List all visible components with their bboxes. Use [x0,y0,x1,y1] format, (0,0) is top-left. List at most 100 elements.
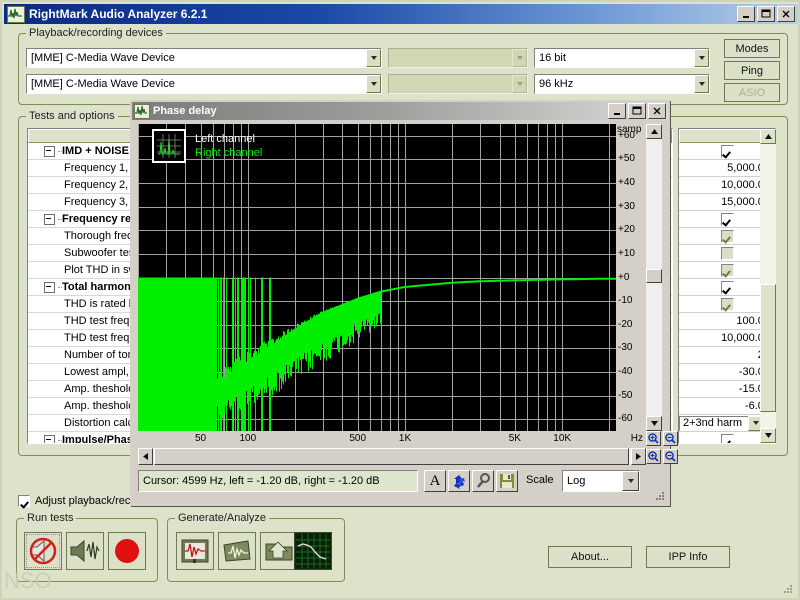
adjust-playback-checkbox[interactable] [18,495,30,507]
value-checkbox[interactable] [721,281,734,294]
plot-vertical-scrollbar[interactable] [646,124,662,431]
ipp-info-button[interactable]: IPP Info [646,546,730,568]
window-controls [737,6,795,22]
chevron-down-icon[interactable] [512,75,527,93]
generate-wave-button[interactable] [176,532,214,570]
y-axis-tick-label: -50 [618,390,632,401]
value-combo[interactable]: 2+3nd harm [679,416,765,431]
scroll-left-icon[interactable] [138,448,153,465]
ping-button[interactable]: Ping [724,61,780,80]
tree-row-label: Impulse/Phase [62,434,139,444]
text-annotation-button[interactable]: A [424,470,446,492]
value-checkbox[interactable] [721,230,734,243]
floppy-icon [499,473,515,489]
about-button[interactable]: About... [548,546,632,568]
sample-rate-combo[interactable]: 96 kHz [534,74,710,94]
value-checkbox[interactable] [721,213,734,226]
scroll-up-icon[interactable] [646,124,662,139]
settings-button[interactable] [472,470,494,492]
zoom-out-icon[interactable] [663,431,678,446]
expand-collapse-icon[interactable] [44,146,55,157]
recording-mode-combo[interactable] [388,74,528,94]
minimize-icon[interactable] [737,6,755,22]
y-axis-tick-label: -40 [618,366,632,377]
scroll-down-icon[interactable] [760,428,776,443]
value-checkbox[interactable] [721,298,734,311]
maximize-icon[interactable] [628,103,646,119]
playback-mode-combo[interactable] [388,48,528,68]
record-only-button[interactable] [108,532,146,570]
modes-button[interactable]: Modes [724,39,780,58]
plot-legend: Left channel Right channel [152,129,262,163]
graph-thumbnail-icon[interactable] [152,129,186,163]
analyze-wave-button[interactable] [218,532,256,570]
scroll-right-icon[interactable] [631,448,646,465]
scroll-down-icon[interactable] [646,416,662,431]
close-icon[interactable] [777,6,795,22]
value-checkbox[interactable] [721,145,734,158]
chevron-down-icon[interactable] [366,75,381,93]
value-checkbox[interactable] [721,264,734,277]
chevron-down-icon[interactable] [366,49,381,67]
scrollbar-thumb[interactable] [760,284,776,412]
text-a-icon: A [430,473,441,490]
tests-group-legend: Tests and options [26,110,118,122]
bit-depth-combo[interactable]: 16 bit [534,48,710,68]
chevron-down-icon[interactable] [622,471,639,491]
y-axis-tick-label: +0 [618,272,629,283]
waveform-icon [7,6,25,23]
tree-row-label: Frequency 1, [64,162,128,174]
value-checkbox[interactable] [721,247,734,260]
chevron-down-icon[interactable] [694,49,709,67]
playback-device-combo[interactable]: [MME] C-Media Wave Device [26,48,382,68]
page-title: RightMark Audio Analyzer 6.2.1 [29,7,207,21]
value-grid-scrollbar[interactable] [760,129,776,443]
scroll-up-icon[interactable] [760,129,776,144]
maximize-icon[interactable] [757,6,775,22]
expand-collapse-icon[interactable] [44,435,55,445]
expand-collapse-icon[interactable] [44,214,55,225]
x-axis-tick-label: 500 [338,433,378,444]
run-tests-legend: Run tests [24,512,76,524]
play-only-button[interactable] [66,532,104,570]
asio-button: ASIO [724,83,780,102]
plot-horizontal-scrollbar[interactable] [138,448,646,465]
legend-right-channel: Right channel [195,146,262,160]
waveform-icon [134,104,150,119]
resize-grip-icon[interactable] [782,583,794,595]
generate-analyze-legend: Generate/Analyze [175,512,269,524]
sample-rate-value: 96 kHz [535,78,694,90]
zoom-in-icon[interactable] [646,431,661,446]
scrollbar-thumb[interactable] [154,448,629,465]
tree-row-label: Thorough freq [64,230,133,242]
zoom-reset-icon[interactable] [663,449,678,464]
scale-combo[interactable]: Log [562,470,640,492]
y-axis-tick-label: +40 [618,177,635,188]
minimize-icon[interactable] [608,103,626,119]
refresh-button[interactable] [448,470,470,492]
value-checkbox[interactable] [721,434,734,445]
chevron-down-icon[interactable] [512,49,527,67]
resize-grip-icon[interactable] [655,491,666,502]
close-icon[interactable] [648,103,666,119]
y-axis-tick-label: +50 [618,153,635,164]
show-graphs-button[interactable] [294,532,332,570]
playback-device-value: [MME] C-Media Wave Device [27,52,366,64]
phase-delay-title: Phase delay [153,105,217,117]
tree-row-label: THD is rated b [64,298,135,310]
y-axis-tick-label: -30 [618,342,632,353]
phase-delay-plot[interactable]: Left channel Right channel [138,124,616,431]
scrollbar-thumb[interactable] [646,269,662,283]
phase-delay-titlebar: Phase delay [132,102,668,120]
play-and-record-button[interactable] [24,532,62,570]
open-file-button[interactable] [260,532,298,570]
devices-group: Playback/recording devices [18,33,788,105]
chevron-down-icon[interactable] [694,75,709,93]
zoom-in-icon[interactable] [646,449,661,464]
y-axis-tick-label: +20 [618,224,635,235]
expand-collapse-icon[interactable] [44,282,55,293]
recording-device-combo[interactable]: [MME] C-Media Wave Device [26,74,382,94]
save-button[interactable] [496,470,518,492]
bit-depth-value: 16 bit [535,52,694,64]
tree-row-label: Amp. theshold [64,400,134,412]
